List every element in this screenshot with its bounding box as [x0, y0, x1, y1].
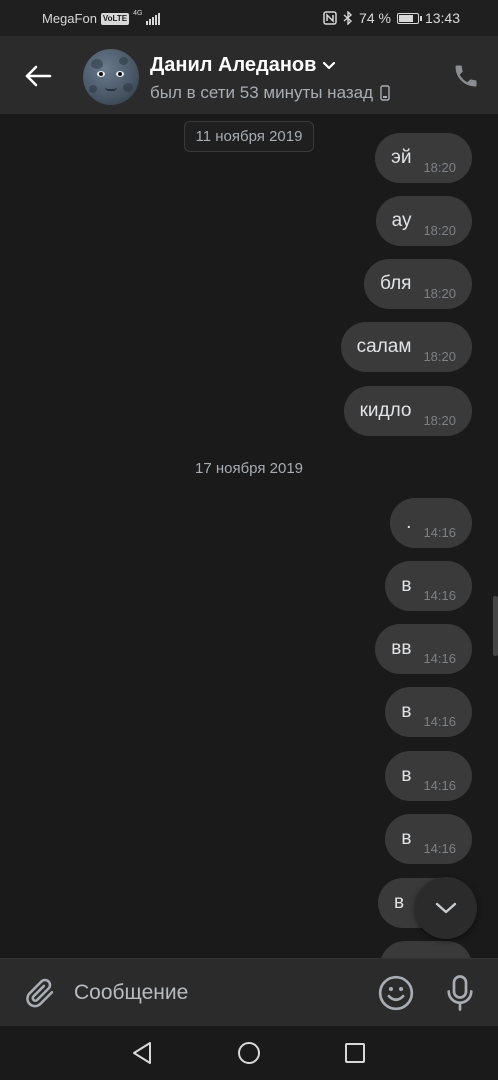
message-input[interactable] — [74, 973, 354, 1013]
chevron-down-icon — [323, 61, 336, 69]
message-text: в — [401, 575, 412, 596]
chat-header: Данил Аледанов был в сети 53 минуты наза… — [0, 36, 498, 114]
paperclip-icon — [26, 978, 54, 1008]
message-bubble[interactable]: в 14:16 — [385, 751, 472, 801]
carrier-name: MegaFon — [42, 11, 97, 26]
network-type: 4G — [133, 10, 143, 17]
message-time: 18:20 — [423, 348, 456, 364]
clock: 13:43 — [424, 10, 460, 26]
date-separator: 17 ноября 2019 — [0, 454, 498, 483]
arrow-left-icon — [25, 65, 52, 87]
triangle-back-icon — [133, 1042, 151, 1064]
mobile-device-icon — [380, 85, 390, 101]
message-text: вв — [391, 638, 412, 659]
status-left: MegaFon VoLTE 4G — [42, 10, 161, 26]
contact-status: был в сети 53 минуты назад — [150, 83, 390, 103]
system-nav-bar — [0, 1026, 498, 1080]
message-bubble[interactable]: в 14:16 — [385, 687, 472, 737]
message-text: эй — [391, 147, 412, 168]
date-label: 11 ноября 2019 — [183, 121, 315, 152]
message-time: 18:20 — [423, 285, 456, 301]
message-text: в — [394, 892, 405, 913]
message-time: 18:20 — [423, 159, 456, 175]
message-list[interactable]: 11 ноября 2019 эй 18:20 ау 18:20 бля 18:… — [0, 114, 498, 958]
microphone-icon — [447, 975, 473, 1011]
volte-badge: VoLTE — [100, 12, 130, 25]
scroll-to-bottom-button[interactable] — [415, 877, 477, 939]
scrollbar[interactable] — [493, 596, 498, 656]
message-bubble[interactable]: вв 14:16 — [375, 624, 472, 674]
nfc-icon — [323, 11, 337, 25]
date-label: 17 ноября 2019 — [194, 460, 304, 477]
message-text: бля — [380, 273, 412, 294]
call-button[interactable] — [452, 62, 480, 90]
bluetooth-icon — [343, 11, 353, 25]
message-text: ау — [391, 210, 412, 231]
contact-name: Данил Аледанов — [150, 54, 317, 76]
message-bubble[interactable]: . 14:16 — [390, 498, 472, 548]
smiley-icon — [378, 975, 414, 1011]
message-bubble[interactable]: ау 18:20 — [375, 196, 472, 246]
message-bubble[interactable]: салам 18:20 — [340, 322, 472, 372]
emoji-button[interactable] — [377, 974, 415, 1012]
message-time: 18:20 — [423, 222, 456, 238]
message-composer — [0, 958, 498, 1026]
message-text: в — [401, 765, 412, 786]
nav-back-button[interactable] — [130, 1040, 156, 1066]
message-text: в — [401, 701, 412, 722]
message-bubble-partial[interactable] — [380, 941, 472, 958]
message-time: 14:16 — [423, 650, 456, 666]
attach-button[interactable] — [22, 975, 58, 1011]
status-bar: MegaFon VoLTE 4G 74 % 13:43 — [0, 0, 498, 36]
message-text: кидло — [359, 400, 412, 421]
message-bubble[interactable]: кидло 18:20 — [343, 386, 472, 436]
message-time: 14:16 — [423, 777, 456, 793]
phone-icon — [455, 65, 477, 87]
signal-icon — [146, 12, 161, 25]
message-time: 14:16 — [423, 587, 456, 603]
message-text: . — [406, 512, 412, 533]
last-seen-text: был в сети 53 минуты назад — [150, 83, 374, 102]
message-time: 14:16 — [423, 713, 456, 729]
message-time: 14:16 — [423, 840, 456, 856]
status-right: 74 % 13:43 — [323, 10, 460, 26]
message-time: 14:16 — [423, 524, 456, 540]
message-text: салам — [356, 336, 412, 357]
circle-home-icon — [238, 1042, 260, 1064]
back-button[interactable] — [20, 58, 56, 94]
avatar[interactable] — [83, 49, 139, 105]
nav-recent-button[interactable] — [342, 1040, 368, 1066]
message-bubble[interactable]: эй 18:20 — [375, 133, 472, 183]
message-text: в — [401, 828, 412, 849]
message-bubble[interactable]: в 14:16 — [385, 814, 472, 864]
nav-home-button[interactable] — [236, 1040, 262, 1066]
contact-name-toggle[interactable]: Данил Аледанов — [150, 54, 336, 77]
chat-screen: MegaFon VoLTE 4G 74 % 13:43 Данил Аледан… — [0, 0, 498, 1080]
voice-message-button[interactable] — [442, 973, 478, 1013]
square-recent-icon — [345, 1043, 365, 1063]
message-bubble[interactable]: в 14:16 — [385, 561, 472, 611]
message-time: 18:20 — [423, 412, 456, 428]
battery-percent: 74 % — [359, 10, 391, 26]
battery-icon — [396, 12, 422, 24]
chevron-down-icon — [435, 902, 457, 914]
message-bubble[interactable]: бля 18:20 — [364, 259, 472, 309]
